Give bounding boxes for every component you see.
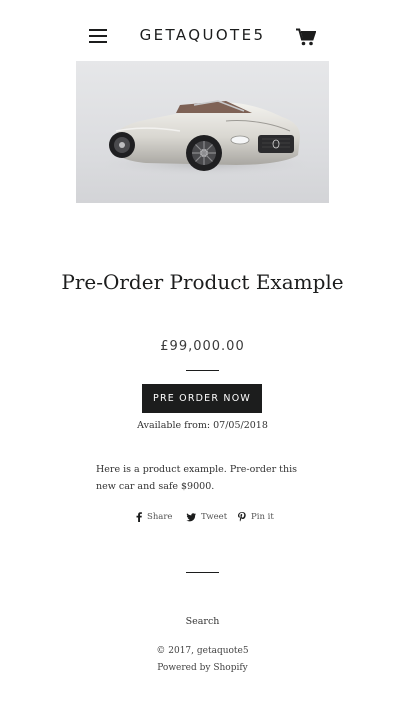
pre-order-button[interactable]: PRE ORDER NOW: [142, 384, 262, 413]
twitter-icon: [186, 512, 196, 521]
product-price: £99,000.00: [160, 339, 245, 354]
pin-label: Pin it: [251, 512, 274, 522]
product-title: Pre-Order Product Example: [61, 270, 344, 294]
tweet-label: Tweet: [201, 512, 228, 522]
car-photo: [76, 61, 329, 203]
divider: [186, 370, 219, 371]
powered-by-link[interactable]: Powered by Shopify: [0, 663, 405, 673]
site-header: GETAQUOTE5: [0, 0, 405, 60]
availability-date: Available from: 07/05/2018: [137, 420, 268, 431]
site-logo[interactable]: GETAQUOTE5: [0, 26, 405, 44]
share-twitter-link[interactable]: Tweet: [186, 512, 227, 522]
divider: [186, 572, 219, 573]
share-pinterest-link[interactable]: Pin it: [238, 512, 274, 522]
share-facebook-link[interactable]: Share: [136, 512, 172, 522]
cart-glyph: [296, 28, 317, 46]
copyright-text: © 2017, getaquote5: [156, 646, 249, 656]
pinterest-icon: [238, 512, 246, 522]
social-share-bar: Share Tweet Pin it: [0, 512, 405, 526]
product-description: Here is a product example. Pre-order thi…: [96, 464, 297, 492]
product-image[interactable]: [76, 61, 329, 203]
footer-search-link[interactable]: Search: [0, 616, 405, 627]
facebook-icon: [136, 512, 142, 522]
share-label: Share: [147, 512, 173, 522]
shopping-cart-icon[interactable]: [296, 28, 317, 46]
